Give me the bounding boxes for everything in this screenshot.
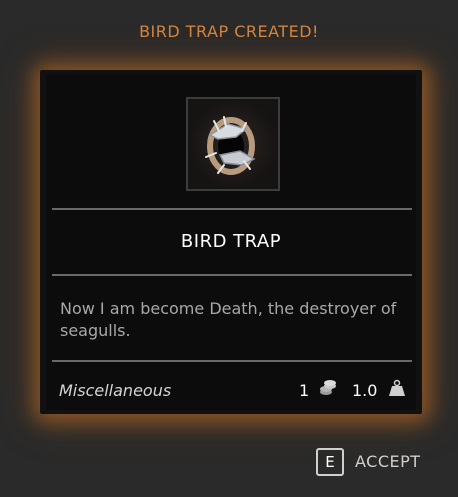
item-weight: 1.0 (352, 381, 378, 400)
item-name: BIRD TRAP (180, 231, 282, 252)
divider-top (52, 208, 412, 210)
accept-key-hint: E (316, 448, 344, 476)
item-card: BIRD TRAP Now I am become Death, the des… (40, 70, 422, 414)
item-value: 1 (299, 381, 310, 400)
coins-icon (320, 380, 336, 395)
creation-banner: BIRD TRAP CREATED! (139, 22, 319, 41)
weight-icon (389, 379, 405, 396)
accept-label: ACCEPT (355, 452, 421, 471)
item-category: Miscellaneous (59, 381, 172, 400)
divider-bottom (52, 360, 412, 362)
bird-trap-icon (205, 116, 256, 175)
item-icon-frame (186, 97, 280, 191)
item-description: Now I am become Death, the destroyer of … (60, 299, 397, 340)
divider-middle (52, 274, 412, 276)
